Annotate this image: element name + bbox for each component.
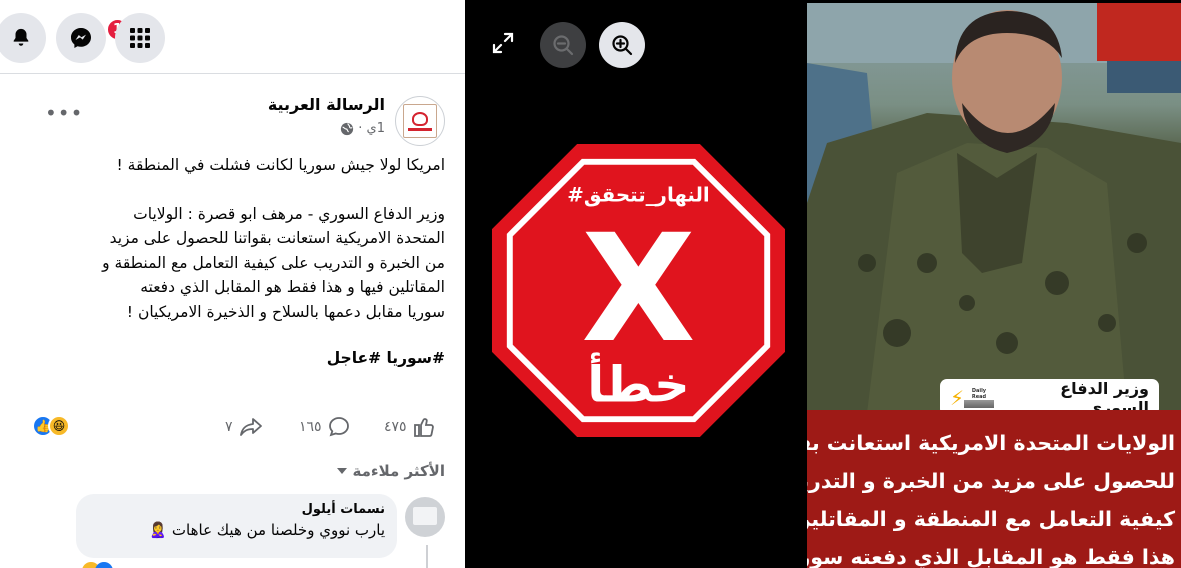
post-time[interactable]: 1ي · [358,121,385,136]
comment-button[interactable]: ١٦٥ [299,415,351,439]
banner-line: للحصول على مزيد من الخبرة و التدريب على [807,469,1175,493]
haha-reaction-icon: 😆 [48,415,70,437]
banner-line: هذا فقط هو المقابل الذي دفعته سوريا [807,545,1175,568]
post-body: امريكا لولا جيش سوريا لكانت فشلت في المن… [25,153,445,324]
post-meta: 1ي · [340,121,385,136]
page-avatar[interactable] [395,96,445,146]
red-overlay-block [1097,3,1181,61]
daily-logo: Daily Read [964,388,994,408]
shares-count: ٧ [225,419,233,435]
comment-text: يارب نووي وخلصنا من هيك عاهات 🙎‍♀️ [148,521,385,539]
post-panel: 1 الرسالة العربية 1ي · ••• امريكا لولا ج… [0,0,465,568]
banner-line: كيفية التعامل مع المنطقة و المقاتلين فيه… [807,507,1175,531]
comment-bubble: نسمات أيلول يارب نووي وخلصنا من هيك عاها… [76,494,397,558]
zoom-in-icon [612,35,633,56]
reactions-count: ٤٧٥ [384,419,407,435]
like-button[interactable]: ٤٧٥ [384,415,436,439]
post-line: المتحدة الامريكية استعانت بقواتنا للحصول… [109,229,445,247]
top-navigation: 1 [0,0,465,74]
sort-label: الأكثر ملاءمة [352,462,445,480]
post-line: سوريا مقابل دعمها بالسلاح و الذخيرة الام… [126,302,445,321]
post-line: امريكا لولا جيش سوريا لكانت فشلت في المن… [116,156,445,174]
engagement-bar: 👍 😆 ٤٧٥ ١٦٥ ٧ [0,413,465,443]
comment-sort-dropdown[interactable]: الأكثر ملاءمة [336,462,445,480]
comment-author[interactable]: نسمات أيلول [88,502,385,517]
bell-icon [13,28,29,46]
page-name[interactable]: الرسالة العربية [268,95,385,114]
fact-check-stop-sign: #النهار_تتحقق X خطأ [491,143,786,438]
messenger-button[interactable]: 1 [56,13,129,63]
stop-sign-label: خطأ [587,351,689,413]
share-button[interactable]: ٧ [225,415,264,439]
zoom-in-button[interactable] [599,22,645,68]
commenter-avatar[interactable] [405,497,445,537]
globe-icon [341,122,354,135]
daily-logo-text: Daily Read [971,387,987,400]
messenger-icon [71,28,91,48]
caret-down-icon [336,468,347,474]
post-line: وزير الدفاع السوري - مرهف ابو قصرة : الو… [133,204,445,223]
fullscreen-button[interactable] [490,30,516,56]
like-icon [413,418,434,437]
person-illustration [807,3,1181,413]
reply-thread-line [426,545,428,568]
zoom-out-button[interactable] [540,22,586,68]
media-viewer: #النهار_تتحقق X خطأ وزير الدفاع السوري D… [465,0,1181,568]
like-reaction-icon [95,562,113,568]
share-icon [239,418,262,436]
post-line: من الخبرة و التدريب على كيفية التعامل مع… [102,253,445,272]
post-hashtags[interactable]: #سوريا #عاجل [327,349,445,367]
news-photo: وزير الدفاع السوري Daily Read ⚡ الولايات… [807,3,1181,568]
page-logo [403,104,437,138]
stop-sign-x-mark: X [581,203,696,376]
comment-reactions[interactable] [82,562,113,568]
quote-banner: الولايات المتحدة الامريكية استعانت بقوات… [807,410,1181,568]
post-options-button[interactable]: ••• [45,101,83,125]
menu-grid-icon [130,28,150,48]
comments-count: ١٦٥ [299,419,322,435]
zoom-out-icon [553,35,574,56]
reaction-summary[interactable]: 👍 😆 [32,415,70,437]
banner-line: الولايات المتحدة الامريكية استعانت بقوات… [807,431,1175,455]
expand-icon [492,32,514,54]
menu-button[interactable] [115,13,165,63]
comment-icon [328,417,349,437]
lightning-icon: ⚡ [950,385,965,410]
post-line: المقاتلين فيها و هذا فقط هو المقابل الذي… [140,278,445,296]
notifications-button[interactable] [0,13,46,63]
